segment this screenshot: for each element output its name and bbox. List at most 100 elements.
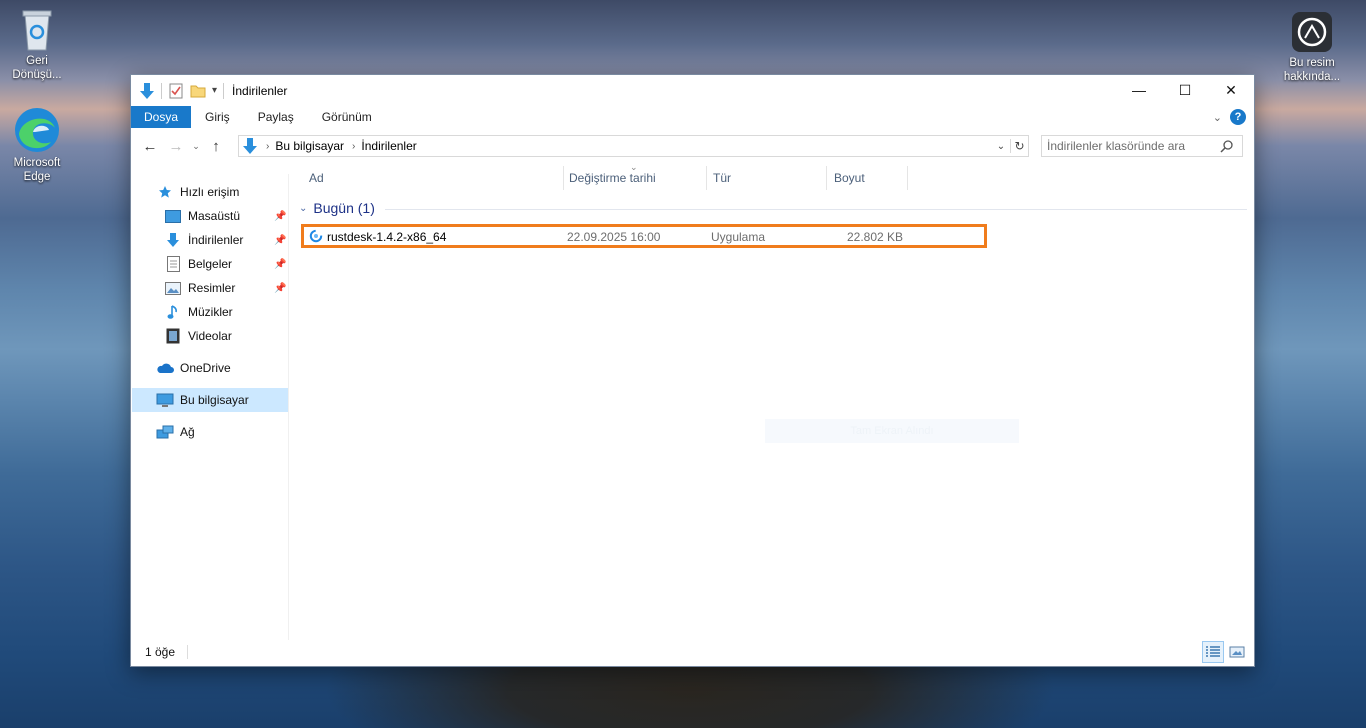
status-divider bbox=[187, 645, 189, 659]
sidebar-item-label: Ağ bbox=[180, 425, 195, 439]
navigation-bar: ← → ⌄ ↑ › Bu bilgisayar › İndirilenler ⌄… bbox=[131, 132, 1254, 160]
breadcrumb-indirilenler[interactable]: İndirilenler bbox=[361, 139, 416, 153]
file-list-view: Ad Değiştirme tarihi ⌄ Tür Boyut ⌄ Bugün… bbox=[291, 162, 1254, 640]
tab-gorunum[interactable]: Görünüm bbox=[308, 106, 386, 128]
pin-icon[interactable]: 📌 bbox=[274, 235, 286, 246]
breadcrumb-bu-bilgisayar[interactable]: Bu bilgisayar bbox=[275, 139, 344, 153]
maximize-button[interactable]: ☐ bbox=[1162, 75, 1208, 105]
group-label: Bugün (1) bbox=[313, 200, 375, 216]
expand-ribbon-icon[interactable]: ⌄ bbox=[1213, 111, 1222, 124]
tab-giris[interactable]: Giriş bbox=[191, 106, 244, 128]
large-icons-view-icon bbox=[1229, 646, 1245, 658]
network-icon bbox=[156, 424, 174, 440]
quick-access-toolbar: ▾ bbox=[131, 82, 225, 100]
sidebar-item-masaustu[interactable]: Masaüstü 📌 bbox=[164, 204, 289, 228]
pin-icon[interactable]: 📌 bbox=[274, 283, 286, 294]
column-header-boyut[interactable]: Boyut bbox=[826, 164, 906, 192]
cloud-icon bbox=[156, 360, 174, 376]
address-controls: ⌄ ↻ bbox=[992, 136, 1028, 156]
help-button[interactable]: ? bbox=[1230, 109, 1246, 125]
sidebar-item-indirilenler[interactable]: İndirilenler 📌 bbox=[164, 228, 289, 252]
tab-paylas[interactable]: Paylaş bbox=[244, 106, 308, 128]
sidebar-item-label: Resimler bbox=[188, 281, 236, 295]
title-bar: ▾ İndirilenler — ☐ ✕ bbox=[131, 75, 1254, 106]
sidebar-item-bu-bilgisayar[interactable]: Bu bilgisayar bbox=[132, 388, 288, 412]
sidebar-item-belgeler[interactable]: Belgeler 📌 bbox=[164, 252, 289, 276]
file-size: 22.802 KB bbox=[847, 230, 904, 244]
column-header-tur[interactable]: Tür bbox=[705, 164, 825, 192]
edge-icon bbox=[15, 108, 59, 152]
back-button[interactable]: ← bbox=[137, 138, 163, 155]
up-button[interactable]: ↑ bbox=[203, 138, 229, 155]
edge-desktop-icon[interactable]: Microsoft Edge bbox=[0, 106, 74, 184]
sidebar-item-muzikler[interactable]: Müzikler bbox=[164, 300, 233, 324]
column-divider[interactable] bbox=[907, 166, 908, 190]
download-arrow-icon bbox=[140, 82, 154, 99]
window-title: İndirilenler bbox=[232, 83, 288, 98]
pictures-icon bbox=[164, 280, 182, 296]
close-button[interactable]: ✕ bbox=[1208, 75, 1254, 105]
recycle-bin-desktop-icon[interactable]: Geri Dönüşü... bbox=[0, 8, 74, 82]
forward-button[interactable]: → bbox=[163, 138, 189, 155]
download-icon bbox=[164, 232, 182, 248]
sidebar-item-label: İndirilenler bbox=[188, 233, 244, 247]
video-icon bbox=[164, 328, 182, 344]
title-divider bbox=[223, 82, 225, 99]
file-modified: 22.09.2025 16:00 bbox=[567, 230, 661, 244]
details-view-icon bbox=[1206, 646, 1220, 657]
column-header-ad[interactable]: Ad bbox=[301, 164, 563, 192]
download-folder-icon bbox=[243, 138, 257, 154]
pin-icon[interactable]: 📌 bbox=[274, 211, 286, 222]
large-icons-view-button[interactable] bbox=[1226, 641, 1248, 663]
pin-icon[interactable]: 📌 bbox=[274, 259, 286, 270]
sidebar-item-label: Bu bilgisayar bbox=[180, 393, 249, 407]
file-type: Uygulama bbox=[711, 230, 766, 244]
navigation-pane: Hızlı erişim Masaüstü 📌 İndirilenler 📌 B… bbox=[131, 174, 289, 640]
ribbon-tabs: Dosya Giriş Paylaş Görünüm ⌄ ? bbox=[131, 106, 1254, 128]
group-header-bugun[interactable]: ⌄ Bugün (1) bbox=[299, 200, 1247, 216]
camera-info-icon bbox=[1292, 12, 1332, 52]
rustdesk-app-icon bbox=[309, 229, 323, 243]
file-row[interactable]: rustdesk-1.4.2-x86_64 22.09.2025 16:00 U… bbox=[301, 224, 987, 248]
item-count: 1 öğe bbox=[145, 645, 176, 659]
sidebar-item-label: Hızlı erişim bbox=[180, 185, 240, 199]
properties-icon[interactable] bbox=[168, 83, 184, 99]
music-icon bbox=[164, 304, 182, 320]
details-view-button[interactable] bbox=[1202, 641, 1224, 663]
sidebar-item-label: Müzikler bbox=[188, 305, 233, 319]
minimize-button[interactable]: — bbox=[1116, 75, 1162, 105]
breadcrumb-chevron-icon[interactable]: › bbox=[266, 141, 269, 152]
sidebar-item-ag[interactable]: Ağ bbox=[156, 420, 195, 444]
address-bar[interactable]: › Bu bilgisayar › İndirilenler ⌄ ↻ bbox=[238, 135, 1029, 157]
image-info-desktop-icon[interactable]: Bu resim hakkında... bbox=[1275, 10, 1349, 84]
toolbar-divider bbox=[161, 82, 162, 99]
address-history-dropdown-icon[interactable]: ⌄ bbox=[992, 141, 1010, 152]
group-divider bbox=[385, 209, 1247, 210]
recycle-bin-icon bbox=[22, 10, 52, 51]
collapse-chevron-icon[interactable]: ⌄ bbox=[299, 203, 307, 214]
refresh-icon[interactable]: ↻ bbox=[1010, 139, 1028, 153]
star-icon bbox=[156, 184, 174, 200]
sidebar-item-onedrive[interactable]: OneDrive bbox=[156, 356, 231, 380]
sidebar-item-label: Belgeler bbox=[188, 257, 233, 271]
status-bar: 1 öğe bbox=[131, 638, 1254, 666]
tab-dosya[interactable]: Dosya bbox=[131, 106, 192, 128]
new-folder-icon[interactable] bbox=[190, 83, 206, 99]
customize-toolbar-icon[interactable]: ▾ bbox=[212, 85, 217, 96]
sidebar-item-hizli-erisim[interactable]: Hızlı erişim bbox=[156, 180, 239, 204]
window-controls: — ☐ ✕ bbox=[1116, 75, 1254, 105]
computer-icon bbox=[156, 392, 174, 408]
recycle-bin-label: Geri Dönüşü... bbox=[12, 55, 62, 81]
sidebar-item-resimler[interactable]: Resimler 📌 bbox=[164, 276, 289, 300]
search-box[interactable]: İndirilenler klasöründe ara bbox=[1041, 135, 1243, 157]
sort-indicator-icon: ⌄ bbox=[630, 162, 638, 172]
sidebar-item-label: Videolar bbox=[188, 329, 232, 343]
search-icon[interactable] bbox=[1220, 139, 1234, 153]
search-input[interactable]: İndirilenler klasöründe ara bbox=[1047, 139, 1185, 153]
ribbon-right-controls: ⌄ ? bbox=[1213, 109, 1246, 125]
recent-locations-button[interactable]: ⌄ bbox=[189, 141, 203, 152]
sidebar-item-videolar[interactable]: Videolar bbox=[164, 324, 232, 348]
breadcrumb-chevron-icon[interactable]: › bbox=[352, 141, 355, 152]
column-headers: Ad Değiştirme tarihi ⌄ Tür Boyut bbox=[291, 162, 1254, 192]
file-name[interactable]: rustdesk-1.4.2-x86_64 bbox=[327, 230, 446, 244]
